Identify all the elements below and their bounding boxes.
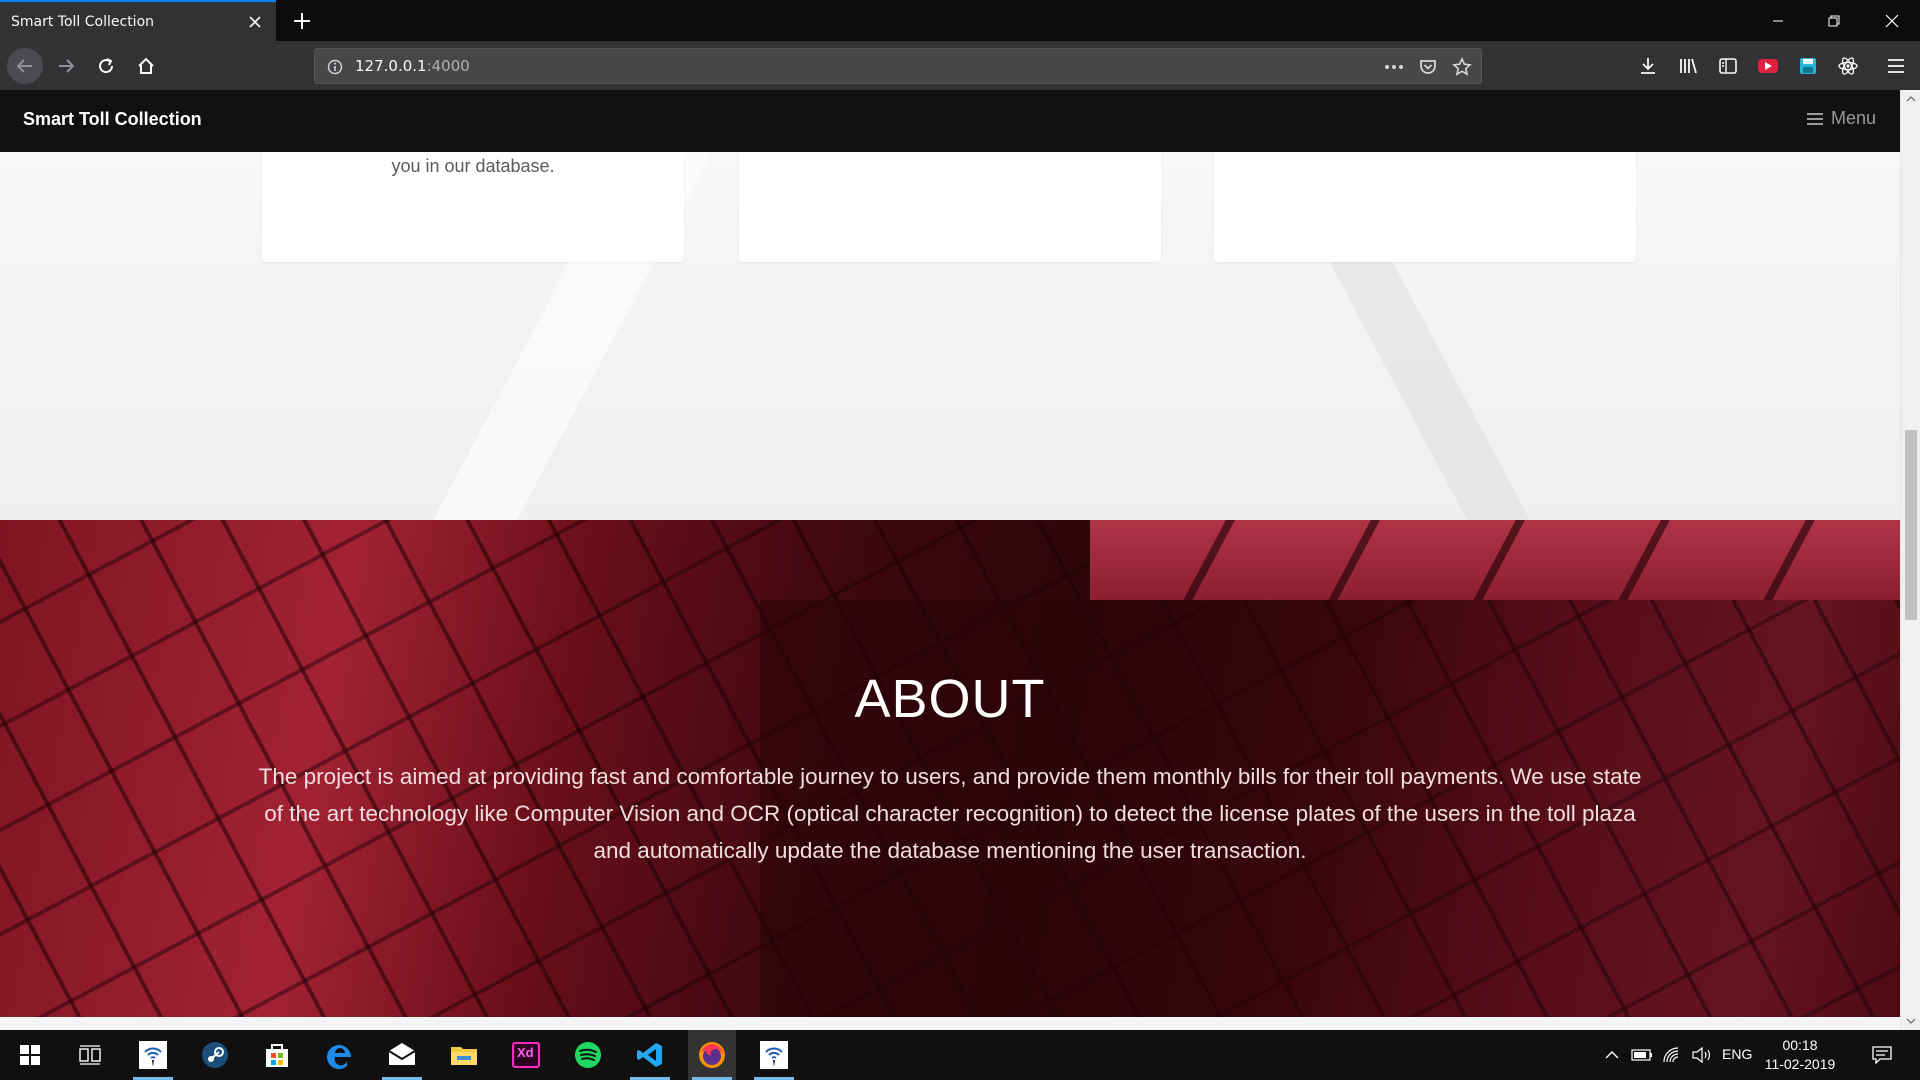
taskbar-app-adobe-xd[interactable]: Xd	[502, 1030, 550, 1080]
service-card	[1214, 152, 1636, 262]
url-bar[interactable]: 127.0.0.1:4000	[314, 48, 1482, 84]
scroll-up-icon[interactable]	[1901, 90, 1920, 108]
volume-tray[interactable]	[1688, 1030, 1716, 1080]
chevron-up-icon	[1605, 1051, 1619, 1059]
file-explorer-icon	[451, 1047, 477, 1065]
adobe-xd-label: Xd	[517, 1045, 534, 1060]
wifi-hotspot-icon	[760, 1041, 788, 1069]
edge-icon	[327, 1045, 351, 1070]
taskbar-app-mail[interactable]	[378, 1030, 426, 1080]
browser-tab-bar: Smart Toll Collection	[0, 0, 1920, 41]
page-viewport: Smart Toll Collection Menu you in our da…	[0, 90, 1920, 1030]
services-section: you in our database.	[0, 152, 1900, 520]
wifi-icon	[1663, 1047, 1679, 1063]
service-card: you in our database.	[262, 152, 684, 262]
react-devtools-icon[interactable]	[1834, 52, 1862, 80]
page-actions-icon[interactable]	[1381, 55, 1407, 79]
about-body: The project is aimed at providing fast a…	[258, 764, 1642, 863]
video-extension-icon[interactable]	[1754, 52, 1782, 80]
show-hidden-icons-button[interactable]	[1600, 1030, 1624, 1080]
start-button[interactable]	[6, 1030, 54, 1080]
page-scrollbar[interactable]	[1900, 90, 1920, 1030]
mail-icon	[388, 1043, 416, 1065]
about-title: ABOUT	[854, 669, 1046, 729]
taskbar-app-steam[interactable]	[191, 1030, 239, 1080]
new-tab-button[interactable]	[286, 5, 318, 37]
browser-nav-bar: 127.0.0.1:4000	[0, 41, 1920, 90]
windows-logo-icon	[20, 1045, 40, 1065]
downloads-icon[interactable]	[1634, 52, 1662, 80]
browser-tab[interactable]: Smart Toll Collection	[0, 0, 276, 41]
task-view-button[interactable]	[66, 1030, 114, 1080]
network-tray[interactable]	[1658, 1030, 1686, 1080]
site-brand[interactable]: Smart Toll Collection	[23, 109, 202, 130]
wifi-hotspot-icon	[139, 1041, 167, 1069]
about-background-band	[1090, 520, 1900, 600]
menu-bars-icon	[1806, 112, 1823, 125]
taskbar-app-wifi-hotspot[interactable]	[750, 1030, 798, 1080]
language-indicator[interactable]: ENG	[1722, 1046, 1752, 1062]
clock-time: 00:18	[1782, 1037, 1818, 1053]
service-card-text: you in our database.	[391, 156, 555, 176]
scroll-down-icon[interactable]	[1901, 1012, 1920, 1030]
next-section	[0, 1017, 1900, 1030]
site-info-icon[interactable]	[325, 57, 345, 77]
clock-date: 11-02-2019	[1764, 1056, 1836, 1072]
pocket-icon[interactable]	[1415, 55, 1441, 79]
url-port: :4000	[426, 57, 470, 75]
action-center-button[interactable]	[1862, 1030, 1902, 1080]
taskbar-app-firefox[interactable]	[688, 1030, 736, 1080]
library-icon[interactable]	[1674, 52, 1702, 80]
sidebar-icon[interactable]	[1714, 52, 1742, 80]
home-button[interactable]	[128, 48, 164, 84]
battery-tray[interactable]	[1628, 1030, 1656, 1080]
minimize-button[interactable]	[1750, 0, 1806, 41]
spotify-icon	[575, 1042, 601, 1068]
restore-button[interactable]	[1806, 0, 1862, 41]
bookmark-star-icon[interactable]	[1449, 55, 1475, 79]
reload-button[interactable]	[88, 48, 124, 84]
menu-label: Menu	[1830, 108, 1876, 128]
scrollbar-thumb[interactable]	[1905, 430, 1917, 620]
taskbar-app-vscode[interactable]	[626, 1030, 674, 1080]
url-host: 127.0.0.1	[355, 57, 427, 75]
firefox-icon	[699, 1042, 725, 1068]
back-button[interactable]	[7, 48, 43, 84]
store-icon	[266, 1044, 288, 1067]
task-view-icon	[79, 1045, 101, 1065]
steam-icon	[202, 1042, 228, 1068]
service-card	[739, 152, 1161, 262]
vscode-icon	[637, 1043, 662, 1067]
save-extension-icon[interactable]	[1794, 52, 1822, 80]
menu-button[interactable]: Menu	[1806, 108, 1876, 129]
url-text: 127.0.0.1:4000	[355, 57, 470, 75]
close-window-button[interactable]	[1864, 0, 1920, 41]
speaker-icon	[1692, 1046, 1711, 1064]
about-section: ABOUT The project is aimed at providing …	[0, 520, 1900, 1017]
taskbar-app-spotify[interactable]	[564, 1030, 612, 1080]
battery-icon	[1631, 1049, 1652, 1061]
site-navbar: Smart Toll Collection Menu	[0, 90, 1900, 152]
forward-button[interactable]	[48, 48, 84, 84]
tab-close-icon[interactable]	[240, 7, 270, 37]
taskbar-app-store[interactable]	[253, 1030, 301, 1080]
taskbar-app-edge[interactable]	[316, 1030, 364, 1080]
clock[interactable]: 00:18 11-02-2019	[1760, 1036, 1840, 1074]
taskbar-app-wifi-hotspot[interactable]	[129, 1030, 177, 1080]
taskbar-app-file-explorer[interactable]	[440, 1030, 488, 1080]
notifications-icon	[1872, 1046, 1892, 1064]
windows-taskbar: Xd ENG 00:18 11-02-2019	[0, 1030, 1920, 1080]
hamburger-menu-icon[interactable]	[1882, 52, 1910, 80]
tab-title: Smart Toll Collection	[11, 13, 155, 30]
